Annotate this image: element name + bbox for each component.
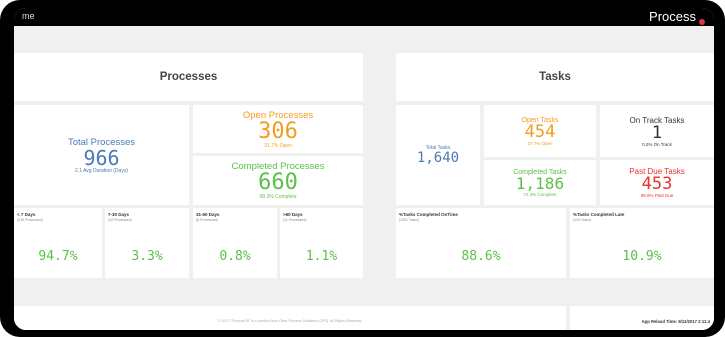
completed-tasks-value: 1,186 [515, 173, 565, 193]
completed-processes-sub: 68.3% Complete [259, 194, 297, 200]
dashboard-screen: me Process Processes Total Processes 966… [14, 8, 714, 330]
open-processes-kpi[interactable]: Open Processes 306 31.7% Open [193, 105, 363, 153]
footer-right: App Reload Time: 8/12/2017 2:11:4 [570, 306, 714, 330]
device-frame: me Process Processes Total Processes 966… [0, 0, 725, 337]
reload-time-text: App Reload Time: 8/12/2017 2:11:4 [641, 319, 710, 324]
past-due-tasks-sub: 99.8% Past Due [640, 193, 674, 198]
bucket-label: 7-30 Days [108, 212, 130, 217]
tasks-completed-ontime-kpi[interactable]: %Tasks Completed OnTime (1051 Tasks) 88.… [396, 208, 566, 278]
status-dot-icon [699, 19, 705, 25]
open-processes-value: 306 [258, 118, 298, 144]
bucket-sub: (8 Processed) [196, 218, 218, 222]
open-tasks-kpi[interactable]: Open Tasks 454 27.7% Open [484, 105, 596, 157]
bucket-lt7-days[interactable]: < 7 Days (915 Processed) 94.7% [14, 208, 102, 278]
past-due-tasks-kpi[interactable]: Past Due Tasks 453 99.8% Past Due [600, 160, 714, 205]
ontime-label: %Tasks Completed OnTime [399, 212, 458, 217]
footer-left: © 2017 "Process BI" is a product from Cl… [14, 306, 566, 330]
bucket-value: 1.1% [305, 249, 338, 264]
sheet-title: Process [649, 9, 696, 24]
on-track-tasks-kpi[interactable]: On Track Tasks 1 0.2% On Track [600, 105, 714, 157]
processes-header: Processes [14, 53, 363, 101]
late-value: 10.9% [622, 249, 662, 264]
completed-tasks-kpi[interactable]: Completed Tasks 1,186 72.3% Complete [484, 160, 596, 205]
open-tasks-sub: 27.7% Open [527, 140, 553, 146]
bucket-value: 3.3% [131, 249, 163, 264]
ontime-value: 88.6% [461, 249, 501, 264]
bucket-sub: (915 Processed) [17, 218, 43, 222]
total-tasks-kpi[interactable]: Total Tasks 1,640 [396, 105, 480, 205]
on-track-tasks-sub: 0.2% On Track [642, 141, 672, 147]
top-bar: me Process [14, 8, 714, 26]
total-processes-sub: 2.1 Avg Duration (Days) [75, 167, 128, 174]
tasks-header: Tasks [396, 53, 714, 101]
completed-processes-kpi[interactable]: Completed Processes 660 68.3% Complete [193, 156, 363, 205]
on-track-tasks-value: 1 [651, 122, 663, 143]
bucket-label: >60 Days [283, 212, 303, 217]
total-processes-value: 966 [83, 145, 120, 170]
open-processes-sub: 31.7% Open [264, 142, 292, 149]
bucket-label: < 7 Days [17, 212, 36, 217]
late-label: %Tasks Completed Late [573, 212, 625, 217]
bucket-7-30-days[interactable]: 7-30 Days (32 Processed) 3.3% [105, 208, 189, 278]
bucket-gt60-days[interactable]: >60 Days (11 Processed) 1.1% [280, 208, 363, 278]
open-tasks-value: 454 [524, 121, 556, 142]
bucket-label: 31-60 Days [196, 212, 220, 217]
bucket-sub: (11 Processed) [283, 218, 307, 222]
bucket-value: 0.8% [219, 249, 251, 264]
total-tasks-value: 1,640 [416, 149, 460, 166]
bucket-sub: (32 Processed) [108, 218, 132, 222]
ontime-sub: (1051 Tasks) [399, 218, 419, 222]
tasks-completed-late-kpi[interactable]: %Tasks Completed Late (129 Tasks) 10.9% [570, 208, 714, 278]
past-due-tasks-value: 453 [641, 174, 673, 194]
top-bar-left-text: me [22, 11, 35, 21]
completed-tasks-sub: 72.3% Complete [523, 191, 557, 197]
late-sub: (129 Tasks) [573, 218, 592, 222]
copyright-text: © 2017 "Process BI" is a product from Cl… [217, 319, 363, 323]
completed-processes-value: 660 [258, 170, 298, 195]
bucket-value: 94.7% [38, 249, 78, 264]
total-processes-kpi[interactable]: Total Processes 966 2.1 Avg Duration (Da… [14, 105, 189, 205]
bucket-31-60-days[interactable]: 31-60 Days (8 Processed) 0.8% [193, 208, 277, 278]
